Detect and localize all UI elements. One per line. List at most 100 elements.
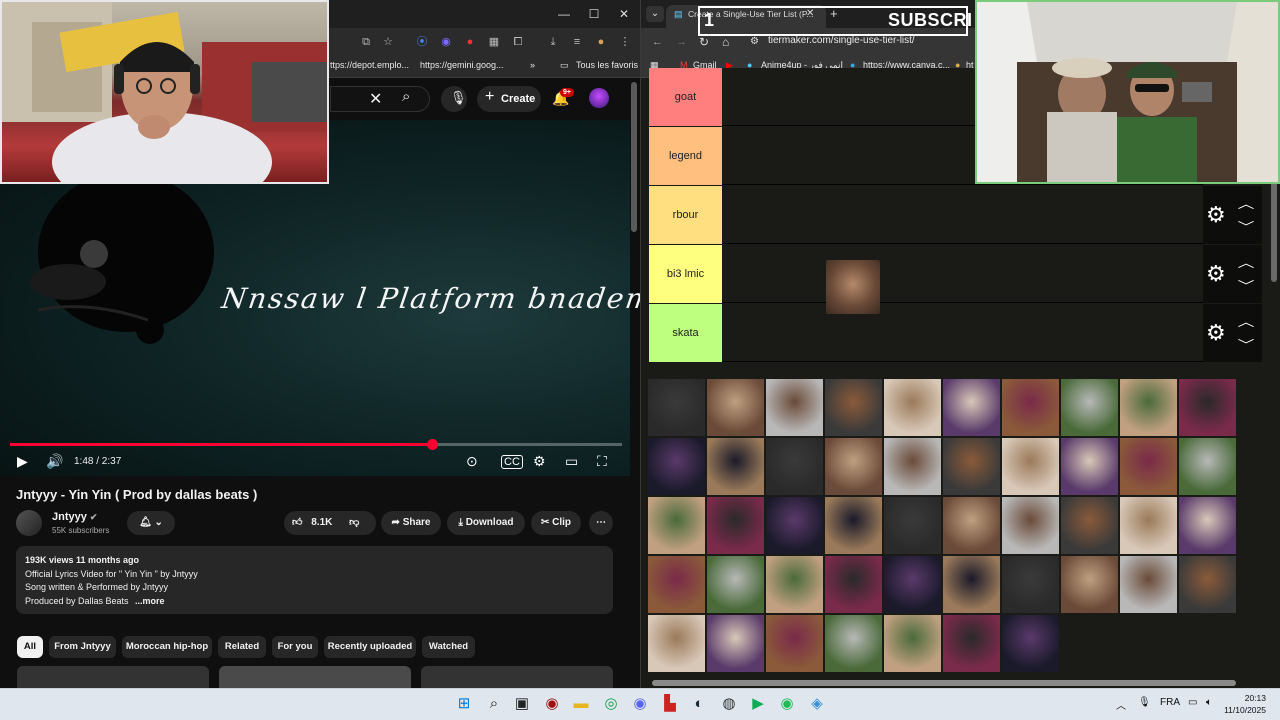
unranked-rapper-image[interactable] [943,497,1000,554]
app-red-icon[interactable]: ◉ [542,694,562,714]
unranked-rapper-image[interactable] [1120,497,1177,554]
forward-arrow-icon[interactable]: → [676,36,687,48]
media-control-icon[interactable]: ≡ [569,34,585,50]
recommended-thumbnail[interactable] [17,666,209,688]
chrome-icon[interactable]: ◎ [601,694,621,714]
chip-all[interactable]: All [17,636,43,658]
move-tier-down-icon[interactable]: ﹀ [1238,336,1255,353]
reload-icon[interactable]: ↻ [699,35,709,49]
unranked-rapper-image[interactable] [648,615,705,672]
horizontal-scrollbar[interactable] [652,680,1236,686]
download-icon[interactable]: ⤓ [545,34,561,50]
app-blue-icon[interactable]: ◈ [807,694,827,714]
discord-icon[interactable]: ◉ [630,694,650,714]
tier-row-skata[interactable]: skata [649,304,1203,362]
home-icon[interactable]: ⌂ [722,35,729,49]
maximize-icon[interactable]: ☐ [586,6,602,22]
unranked-rapper-image[interactable] [884,379,941,436]
thumbs-down-icon[interactable]: 👎︎ [349,517,359,528]
move-tier-down-icon[interactable]: ﹀ [1238,277,1255,294]
unranked-rapper-image[interactable] [1179,497,1236,554]
app-red-square-icon[interactable]: ▙ [660,694,680,714]
bookmark-depot[interactable]: ttps://depot.emplo... [330,60,409,70]
notification-bell-button[interactable]: 🔔︎ ⌄ [127,511,175,535]
unranked-rapper-image[interactable] [825,615,882,672]
unranked-rapper-image[interactable] [884,615,941,672]
steam-icon[interactable]: ◐ [689,694,709,714]
unranked-rapper-image[interactable] [766,615,823,672]
spotify-icon[interactable]: ◉ [777,694,797,714]
channel-name[interactable]: Jntyyy ✔ [52,511,97,523]
show-more-link[interactable]: ...more [135,596,165,606]
unranked-rapper-image[interactable] [1120,379,1177,436]
unranked-rapper-image[interactable] [1002,497,1059,554]
tier-label-goat[interactable]: goat [649,68,722,126]
back-arrow-icon[interactable]: ← [652,36,663,48]
keyboard-language[interactable]: FRA [1160,697,1180,708]
play-icon[interactable]: ▶ [17,452,28,470]
unranked-rapper-image[interactable] [1002,615,1059,672]
unranked-rapper-image[interactable] [943,379,1000,436]
theater-mode-icon[interactable]: ▭ [565,452,578,470]
share-button[interactable]: ➦ Share [381,511,441,535]
unranked-rapper-image[interactable] [1061,556,1118,613]
site-info-icon[interactable]: ⚙ [750,36,759,47]
chip-recently-uploaded[interactable]: Recently uploaded [324,636,416,658]
unranked-rapper-image[interactable] [825,379,882,436]
unranked-rapper-image[interactable] [1120,556,1177,613]
bookmark-star-icon[interactable]: ☆ [380,34,396,50]
extension-red-icon[interactable]: ● [462,34,478,50]
extension-audio-icon[interactable]: ⦿ [414,34,430,50]
more-actions-button[interactable]: ⋯ [589,511,613,535]
unranked-rapper-image[interactable] [766,556,823,613]
like-button[interactable]: 👍︎ 8.1K 👎︎ [284,511,376,535]
unranked-rapper-image[interactable] [825,438,882,495]
unranked-rapper-image[interactable] [707,438,764,495]
unranked-rapper-image[interactable] [648,556,705,613]
bookmark-all-favorites[interactable]: Tous les favoris [576,60,638,70]
tier-label-skata[interactable]: skata [649,304,722,362]
volume-icon[interactable]: 🔊 [46,452,63,470]
account-avatar[interactable] [589,88,609,108]
chip-related[interactable]: Related [218,636,266,658]
extensions-puzzle-icon[interactable]: ⧠ [510,34,526,50]
unranked-rapper-image[interactable] [648,379,705,436]
start-windows-icon[interactable]: ⊞ [454,694,474,714]
video-progress-bar[interactable] [10,439,622,450]
unranked-rapper-image[interactable] [1002,556,1059,613]
close-window-icon[interactable]: ✕ [616,6,632,22]
download-button[interactable]: ⤓ Download [447,511,525,535]
unranked-rapper-image[interactable] [707,379,764,436]
volume-tray-icon[interactable]: 🔈︎ [1206,697,1212,708]
tier-label-rbour[interactable]: rbour [649,186,722,244]
bookmarks-overflow-icon[interactable]: » [530,60,535,70]
extension-purple-icon[interactable]: ◉ [438,34,454,50]
taskbar-search-icon[interactable]: ⌕ [484,694,504,714]
clear-search-icon[interactable]: ✕ [369,89,382,109]
left-page-scrollbar[interactable] [631,82,637,232]
unranked-rapper-image[interactable] [707,615,764,672]
unranked-rapper-image[interactable] [884,438,941,495]
tab-search-icon[interactable]: ⌄ [646,6,664,22]
channel-avatar[interactable] [16,510,42,536]
unranked-rapper-image[interactable] [766,438,823,495]
terminal-icon[interactable]: ▶ [748,694,768,714]
extension-grid-icon[interactable]: ▦ [486,34,502,50]
unranked-rapper-image[interactable] [648,438,705,495]
chip-moroccan-hip-hop[interactable]: Moroccan hip-hop [122,636,212,658]
unranked-rapper-image[interactable] [884,497,941,554]
unranked-rapper-image[interactable] [884,556,941,613]
obs-icon[interactable]: ◍ [719,694,739,714]
clip-button[interactable]: ✂ Clip [531,511,581,535]
chip-from-channel[interactable]: From Jntyyy [49,636,116,658]
address-bar[interactable]: tiermaker.com/single-use-tier-list/ [768,35,915,46]
tier-label-bi3-lmic[interactable]: bi3 lmic [649,245,722,303]
unranked-rapper-image[interactable] [1179,438,1236,495]
move-tier-down-icon[interactable]: ﹀ [1238,218,1255,235]
captions-icon[interactable]: CC [501,455,523,469]
bookmark-gemini[interactable]: https://gemini.goog... [420,60,504,70]
task-view-icon[interactable]: ▣ [512,694,532,714]
file-explorer-icon[interactable]: ▬ [571,694,591,714]
tier-row-rbour[interactable]: rbour [649,186,1203,244]
unranked-rapper-image[interactable] [766,497,823,554]
